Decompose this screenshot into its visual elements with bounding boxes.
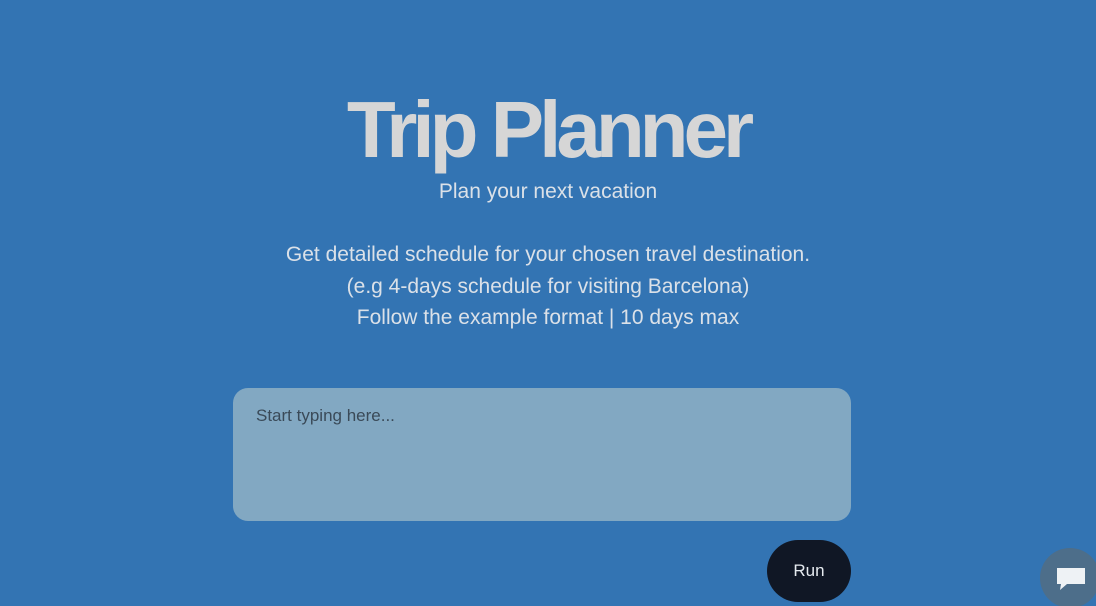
prompt-input[interactable] (233, 388, 851, 521)
instruction-line: Get detailed schedule for your chosen tr… (285, 243, 811, 266)
run-button[interactable]: Run (767, 540, 851, 602)
instruction-line: Follow the example format | 10 days max (356, 306, 740, 329)
instructions: Get detailed schedule for your chosen tr… (0, 239, 1096, 334)
chat-widget-button[interactable] (1040, 548, 1096, 606)
page-subtitle: Plan your next vacation (438, 180, 658, 203)
page-title: Trip Planner (346, 85, 754, 174)
page: Trip Planner Plan your next vacation Get… (0, 0, 1096, 606)
instruction-line: (e.g 4-days schedule for visiting Barcel… (346, 274, 750, 298)
chat-bubble-icon (1057, 568, 1085, 590)
